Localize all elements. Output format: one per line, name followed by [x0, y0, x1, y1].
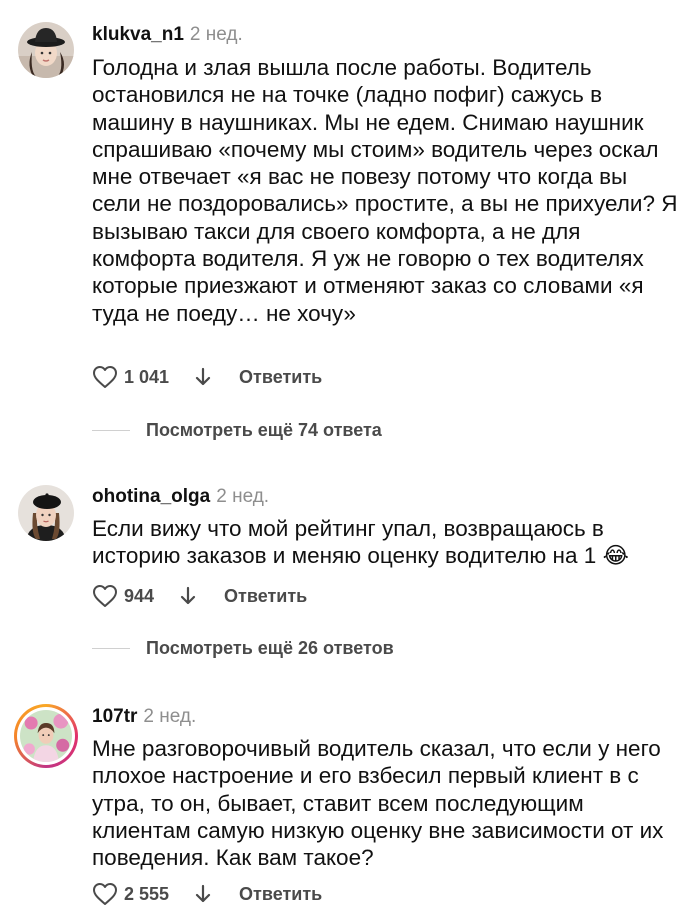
like-count: 1 041 — [124, 366, 170, 387]
like-heart-icon[interactable] — [92, 882, 118, 906]
avatar — [17, 707, 75, 765]
comment-actions: 944 Ответить — [92, 581, 307, 611]
comment-actions: 2 555 Ответить — [92, 879, 322, 909]
view-replies-label: Посмотреть ещё 26 ответов — [146, 638, 394, 658]
like-heart-icon[interactable] — [92, 584, 118, 608]
comment-meta: ohotina_olga 2 нед. — [92, 486, 269, 508]
dislike-arrow-icon[interactable] — [193, 366, 213, 388]
view-replies-button[interactable]: Посмотреть ещё 74 ответа — [92, 420, 382, 441]
comment-actions: 1 041 Ответить — [92, 362, 322, 392]
view-replies-label: Посмотреть ещё 74 ответа — [146, 420, 382, 440]
avatar[interactable] — [18, 22, 74, 78]
dislike-arrow-icon[interactable] — [193, 883, 213, 905]
user-avatar-icon — [20, 710, 72, 762]
view-replies-button[interactable]: Посмотреть ещё 26 ответов — [92, 638, 394, 659]
timestamp: 2 нед. — [216, 486, 270, 507]
like-count: 2 555 — [124, 883, 170, 904]
user-avatar-icon — [18, 22, 74, 78]
reply-button[interactable]: Ответить — [239, 884, 322, 905]
comment-text: Голодна и злая вышла после работы. Водит… — [92, 55, 678, 326]
avatar[interactable] — [18, 485, 74, 541]
username[interactable]: 107tr — [92, 706, 137, 727]
comment-meta: klukva_n1 2 нед. — [92, 24, 243, 46]
dislike-arrow-icon[interactable] — [178, 585, 198, 607]
timestamp: 2 нед. — [143, 706, 197, 727]
username[interactable]: klukva_n1 — [92, 24, 184, 45]
user-avatar-icon — [18, 485, 74, 541]
comment-meta: 107tr 2 нед. — [92, 706, 196, 728]
username[interactable]: ohotina_olga — [92, 486, 210, 507]
comment-text: Мне разговорочивый водитель сказал, что … — [92, 736, 664, 871]
timestamp: 2 нед. — [189, 24, 243, 45]
divider-line — [92, 648, 130, 649]
divider-line — [92, 430, 130, 431]
comment-text: Если вижу что мой рейтинг упал, возвраща… — [92, 516, 629, 569]
like-count: 944 — [124, 585, 155, 606]
like-heart-icon[interactable] — [92, 365, 118, 389]
reply-button[interactable]: Ответить — [239, 367, 322, 388]
reply-button[interactable]: Ответить — [224, 586, 307, 607]
avatar-story-ring[interactable] — [14, 704, 78, 768]
